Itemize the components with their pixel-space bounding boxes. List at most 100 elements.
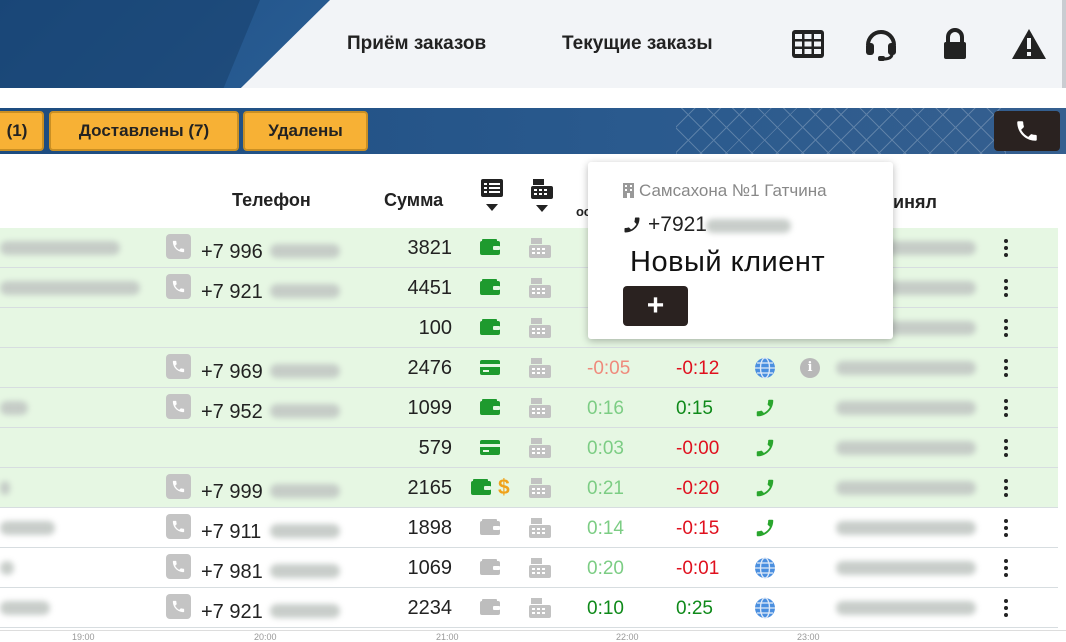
- warning-icon[interactable]: [1010, 25, 1048, 63]
- phone-rest-redacted: [270, 284, 340, 298]
- column-sum[interactable]: Сумма: [384, 190, 443, 211]
- time-delta-2: 0:15: [676, 398, 713, 419]
- axis-tick: 21:00: [436, 632, 459, 642]
- table-row[interactable]: +7 999 2165 $ 0:21 -0:20: [0, 468, 1058, 508]
- phone-call-icon: [756, 519, 774, 537]
- table-row[interactable]: +7 921 4451: [0, 268, 1058, 308]
- globe-icon: [755, 557, 775, 579]
- row-menu-icon[interactable]: [996, 356, 1016, 380]
- row-menu-icon[interactable]: [996, 436, 1016, 460]
- phone-rest-redacted: [270, 484, 340, 498]
- popup-phone-redacted: [706, 219, 791, 233]
- column-accepted[interactable]: инял: [893, 192, 937, 213]
- phone-rest-redacted: [270, 244, 340, 258]
- cash-register-icon[interactable]: [528, 277, 552, 299]
- axis-tick: 20:00: [254, 632, 277, 642]
- cash-register-icon[interactable]: [528, 357, 552, 379]
- order-sum: 2165: [407, 477, 453, 499]
- time-delta-2: -0:00: [676, 438, 720, 459]
- cash-register-icon[interactable]: [528, 557, 552, 579]
- lock-icon[interactable]: [936, 25, 974, 63]
- wallet-icon: [480, 239, 500, 255]
- row-menu-icon[interactable]: [996, 396, 1016, 420]
- order-sum: 4451: [407, 277, 453, 299]
- tab-deleted[interactable]: Удалены: [243, 111, 368, 151]
- table-row[interactable]: +7 911 1898 0:14 -0:15: [0, 508, 1058, 548]
- cash-register-icon[interactable]: [528, 237, 552, 259]
- row-menu-icon[interactable]: [996, 316, 1016, 340]
- order-sum: 579: [418, 437, 452, 459]
- wallet-icon: [480, 279, 500, 295]
- row-menu-icon[interactable]: [996, 476, 1016, 500]
- table-row[interactable]: 100: [0, 308, 1058, 348]
- row-menu-icon[interactable]: [996, 556, 1016, 580]
- call-customer-button[interactable]: [166, 274, 191, 299]
- incoming-call-popup: Самсахона №1 Гатчина +7921 Новый клиент …: [588, 162, 893, 339]
- order-sum: 100: [418, 317, 452, 339]
- row-menu-icon[interactable]: [996, 236, 1016, 260]
- table-row[interactable]: 579 0:03 -0:00: [0, 428, 1058, 468]
- call-customer-button[interactable]: [166, 554, 191, 579]
- table-grid-icon[interactable]: [789, 25, 827, 63]
- add-client-button[interactable]: +: [623, 286, 688, 326]
- customer-phone: +7 952: [201, 401, 263, 423]
- row-menu-icon[interactable]: [996, 516, 1016, 540]
- table-row[interactable]: +7 921 2234 0:10 0:25: [0, 588, 1058, 628]
- phone-icon: [172, 600, 185, 613]
- credit-card-icon: [480, 440, 500, 455]
- caret-down-icon: [536, 205, 548, 212]
- column-payment-filter[interactable]: [478, 178, 506, 212]
- timeline-axis: 19:00 20:00 21:00 22:00 23:00: [0, 630, 1066, 642]
- column-receipt-filter[interactable]: [528, 178, 556, 213]
- phone-rest-redacted: [270, 524, 340, 538]
- table-row[interactable]: +7 969 2476 -0:05 -0:12 i: [0, 348, 1058, 388]
- table-row[interactable]: +7 952 1099 0:16 0:15: [0, 388, 1058, 428]
- call-customer-button[interactable]: [166, 514, 191, 539]
- call-button[interactable]: [994, 111, 1060, 151]
- phone-rest-redacted: [270, 404, 340, 418]
- cash-register-icon[interactable]: [528, 397, 552, 419]
- call-customer-button[interactable]: [166, 234, 191, 259]
- globe-icon: [755, 357, 775, 379]
- status-toolbar: (1) Доставлены (7) Удалены: [0, 108, 1066, 154]
- table-header: Телефон Сумма ос инял: [0, 154, 1058, 228]
- nav-order-intake[interactable]: Приём заказов: [347, 33, 486, 55]
- cash-register-icon[interactable]: [528, 597, 552, 619]
- tab-delivered[interactable]: Доставлены (7): [49, 111, 239, 151]
- operator-redacted: [836, 481, 976, 495]
- cash-dollar-icon: $: [498, 476, 510, 499]
- call-customer-button[interactable]: [166, 594, 191, 619]
- phone-icon: [172, 480, 185, 493]
- operator-redacted: [836, 521, 976, 535]
- axis-tick: 19:00: [72, 632, 95, 642]
- row-menu-icon[interactable]: [996, 596, 1016, 620]
- time-delta-2: -0:20: [676, 478, 720, 499]
- table-row[interactable]: +7 996 3821: [0, 228, 1058, 268]
- table-row[interactable]: +7 981 1069 0:20 -0:01: [0, 548, 1058, 588]
- call-customer-button[interactable]: [166, 474, 191, 499]
- cash-register-icon: [531, 179, 553, 199]
- info-icon[interactable]: i: [800, 358, 820, 378]
- call-customer-button[interactable]: [166, 394, 191, 419]
- cash-register-icon[interactable]: [528, 477, 552, 499]
- wallet-icon: [480, 319, 500, 335]
- call-customer-button[interactable]: [166, 354, 191, 379]
- brand-banner-shade: [0, 0, 260, 88]
- time-delta-1: 0:10: [587, 598, 624, 619]
- cash-register-icon[interactable]: [528, 437, 552, 459]
- order-sum: 2234: [407, 597, 453, 619]
- phone-icon: [1017, 121, 1037, 141]
- phone-icon: [172, 360, 185, 373]
- nav-current-orders[interactable]: Текущие заказы: [562, 33, 713, 55]
- tab-status-partial[interactable]: (1): [0, 111, 44, 151]
- cash-register-icon[interactable]: [528, 317, 552, 339]
- cash-register-icon[interactable]: [528, 517, 552, 539]
- headset-icon[interactable]: [862, 25, 900, 63]
- toolbar-pattern: [676, 108, 1006, 154]
- column-phone[interactable]: Телефон: [232, 190, 311, 211]
- phone-icon: [172, 280, 185, 293]
- caret-down-icon: [486, 204, 498, 211]
- axis-tick: 22:00: [616, 632, 639, 642]
- row-menu-icon[interactable]: [996, 276, 1016, 300]
- building-icon: [623, 183, 634, 198]
